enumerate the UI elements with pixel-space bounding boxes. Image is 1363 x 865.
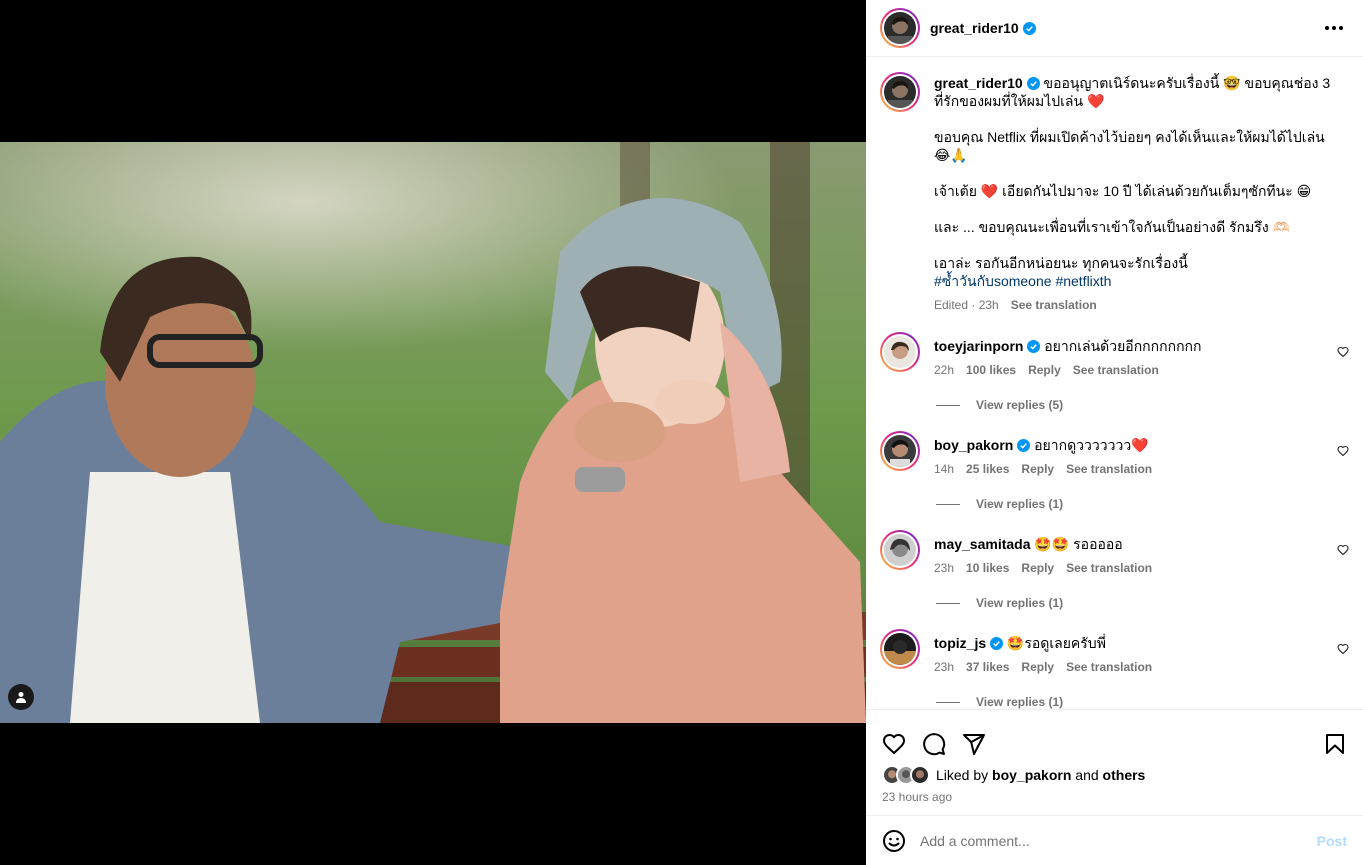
liked-by-prefix: Liked by <box>936 767 989 783</box>
comment-like-heart-icon[interactable] <box>1337 346 1349 358</box>
comment-like-heart-icon[interactable] <box>1337 445 1349 457</box>
avatar-image <box>884 336 916 368</box>
reply-button[interactable]: Reply <box>1021 559 1054 577</box>
like-button[interactable] <box>882 732 906 756</box>
view-replies-label: View replies (5) <box>976 398 1064 412</box>
user-tag-button[interactable] <box>8 684 34 710</box>
comment-item: boy_pakorn อยากดูววววววว❤️ 14h 25 likes … <box>866 431 1363 478</box>
avatar-image <box>884 633 916 665</box>
commenter-avatar[interactable] <box>880 332 920 372</box>
post-media <box>0 0 866 865</box>
see-translation-button[interactable]: See translation <box>1073 361 1159 379</box>
comment-time: 14h <box>934 462 955 476</box>
caption-see-translation[interactable]: See translation <box>1011 296 1097 314</box>
caption-username[interactable]: great_rider10 <box>934 75 1023 91</box>
user-tag-icon <box>16 692 26 703</box>
comment-like-heart-icon[interactable] <box>1337 643 1349 655</box>
comment-username[interactable]: topiz_js <box>934 635 986 651</box>
heart-icon <box>882 733 906 755</box>
liked-by-others[interactable]: others <box>1103 767 1146 783</box>
see-translation-button[interactable]: See translation <box>1066 658 1152 676</box>
avatar-image <box>884 76 916 108</box>
see-translation-button[interactable]: See translation <box>1066 559 1152 577</box>
caption-text: เจ้าเต้ย ❤️ เอียดกันไปมาจะ 10 ปี ได้เล่น… <box>934 183 1312 199</box>
verified-icon <box>1017 439 1031 452</box>
commenter-avatar[interactable] <box>880 431 920 471</box>
share-icon <box>963 734 985 755</box>
header-username[interactable]: great_rider10 <box>930 20 1019 36</box>
comment-likes[interactable]: 25 likes <box>966 460 1009 478</box>
add-comment-bar: Post <box>866 815 1363 865</box>
view-replies-button[interactable]: View replies (1) <box>936 595 1363 611</box>
comment-item: toeyjarinporn อยากเล่นด้วยอีกกกกกกกก 22h… <box>866 332 1363 379</box>
hashtag-link[interactable]: #netflixth <box>1055 273 1111 289</box>
comment-text: 🤩รอดูเลยครับพี่ <box>1006 635 1106 651</box>
comment-like-heart-icon[interactable] <box>1337 544 1349 556</box>
photo-illustration <box>0 142 866 723</box>
comment-button[interactable] <box>922 732 946 756</box>
caption-text: และ ... ขอบคุณนะเพื่อนที่เราเข้าใจกันเป็… <box>934 219 1291 235</box>
liked-by-and: and <box>1075 767 1099 783</box>
caption-text: เอาล่ะ รอกันอีกหน่อยนะ ทุกคนจะรักเรื่องน… <box>934 255 1188 271</box>
post-photo[interactable] <box>0 142 866 723</box>
caption-text: ขอบคุณ Netflix ที่ผมเปิดค้างไว้บ่อยๆ คงไ… <box>934 129 1325 163</box>
view-replies-button[interactable]: View replies (1) <box>936 694 1363 709</box>
view-replies-label: View replies (1) <box>976 596 1064 610</box>
edited-label: Edited · 23h <box>934 298 999 312</box>
post-time[interactable]: 23 hours ago <box>866 786 1363 804</box>
reply-button[interactable]: Reply <box>1021 460 1054 478</box>
comment-text: อยากเล่นด้วยอีกกกกกกกก <box>1044 338 1202 354</box>
comment-item: may_samitada 🤩🤩 รอออออ 23h 10 likes Repl… <box>866 530 1363 577</box>
commenter-avatar[interactable] <box>880 530 920 570</box>
comments-scroll-area[interactable]: great_rider10 ขออนุญาตเนิร์ดนะครับเรื่อง… <box>866 58 1363 709</box>
comment-time: 22h <box>934 363 955 377</box>
comment-time: 23h <box>934 561 955 575</box>
post-caption: great_rider10 ขออนุญาตเนิร์ดนะครับเรื่อง… <box>866 58 1363 332</box>
comment-icon <box>923 733 946 756</box>
more-options-button[interactable] <box>1319 20 1349 36</box>
avatar-image <box>884 12 916 44</box>
emoji-button[interactable] <box>882 829 906 853</box>
comment-item: topiz_js 🤩รอดูเลยครับพี่ 23h 37 likes Re… <box>866 629 1363 676</box>
comment-username[interactable]: toeyjarinporn <box>934 338 1023 354</box>
comment-username[interactable]: boy_pakorn <box>934 437 1013 453</box>
post-panel: great_rider10 great_rider10 ขออนุญาตเนิร <box>866 0 1363 865</box>
emoji-icon <box>883 829 905 852</box>
reply-button[interactable]: Reply <box>1028 361 1061 379</box>
save-button[interactable] <box>1323 732 1347 756</box>
comment-likes[interactable]: 10 likes <box>966 559 1009 577</box>
view-replies-label: View replies (1) <box>976 695 1064 709</box>
post-header: great_rider10 <box>866 0 1363 57</box>
reply-button[interactable]: Reply <box>1021 658 1054 676</box>
liked-by-user[interactable]: boy_pakorn <box>992 767 1071 783</box>
verified-icon <box>990 637 1004 650</box>
comment-input[interactable] <box>920 832 1317 849</box>
comment-time: 23h <box>934 660 955 674</box>
share-button[interactable] <box>962 732 986 756</box>
avatar-image <box>884 534 916 566</box>
comment-likes[interactable]: 37 likes <box>966 658 1009 676</box>
verified-icon <box>1027 340 1041 353</box>
verified-icon <box>1026 77 1040 90</box>
hashtag-link[interactable]: #ซ้ำวันกับsomeone <box>934 273 1052 289</box>
post-comment-button[interactable]: Post <box>1317 833 1347 849</box>
see-translation-button[interactable]: See translation <box>1066 460 1152 478</box>
view-replies-button[interactable]: View replies (5) <box>936 397 1363 413</box>
comment-text: 🤩🤩 รอออออ <box>1034 536 1123 552</box>
liker-avatar[interactable] <box>910 765 930 785</box>
view-replies-button[interactable]: View replies (1) <box>936 496 1363 512</box>
bookmark-icon <box>1326 734 1344 754</box>
more-icon <box>1325 26 1329 30</box>
verified-icon <box>1022 21 1036 35</box>
commenter-avatar[interactable] <box>880 629 920 669</box>
comment-likes[interactable]: 100 likes <box>966 361 1016 379</box>
comment-text: อยากดูววววววว❤️ <box>1034 437 1149 453</box>
liked-by-row: Liked by boy_pakorn and others <box>866 764 1363 786</box>
post-actions: Liked by boy_pakorn and others 23 hours … <box>866 709 1363 815</box>
view-replies-label: View replies (1) <box>976 497 1064 511</box>
author-avatar[interactable] <box>880 8 920 48</box>
caption-avatar[interactable] <box>880 72 920 112</box>
avatar-image <box>884 435 916 467</box>
comment-username[interactable]: may_samitada <box>934 536 1031 552</box>
